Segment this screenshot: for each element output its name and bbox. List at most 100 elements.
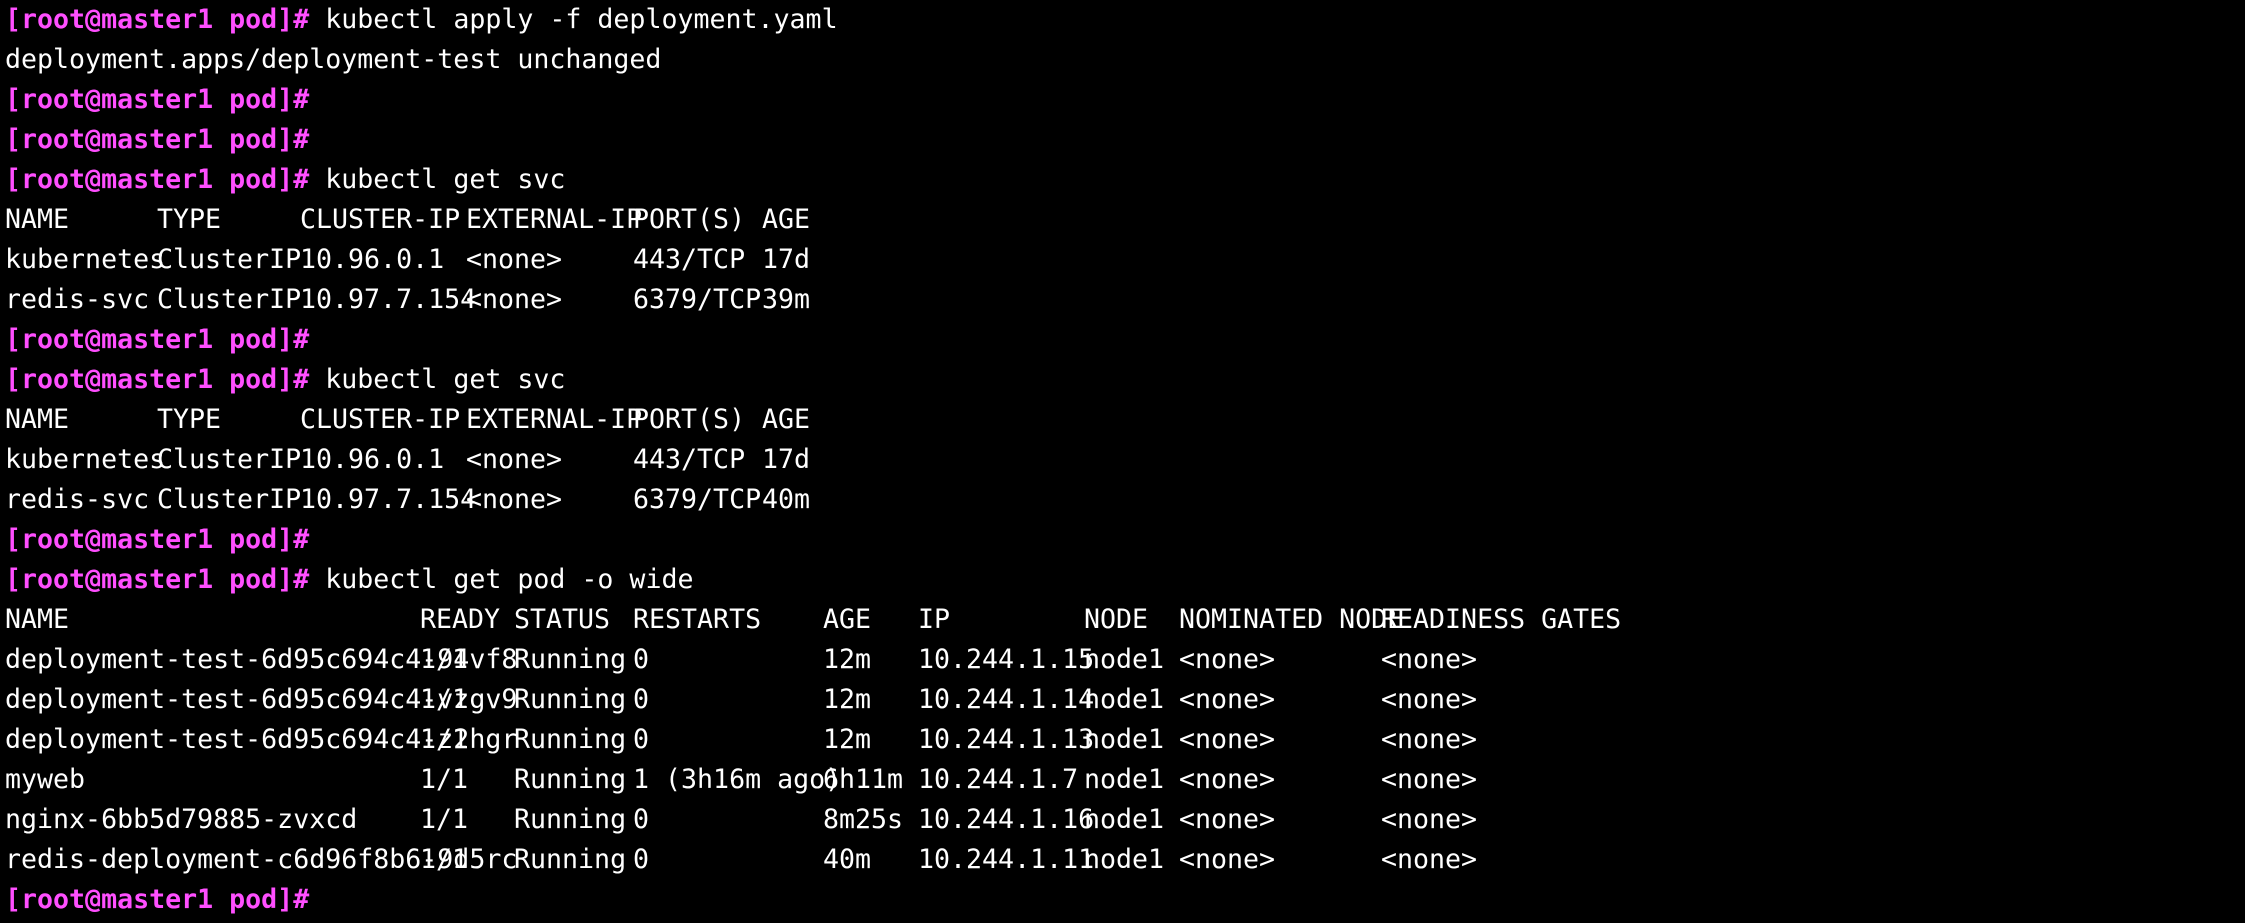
svc-cell-name: kubernetes bbox=[5, 444, 166, 475]
pod-cell-node: node1 bbox=[1084, 684, 1165, 715]
pod-cell-name: NAME bbox=[5, 604, 70, 635]
prompt-line: [root@master1 pod]# bbox=[5, 880, 2245, 920]
svc-cell-ports: 443/TCP bbox=[633, 244, 746, 275]
svc-cell-cluster-ip: 10.96.0.1 bbox=[300, 244, 445, 275]
pod-cell-age: 12m bbox=[823, 644, 872, 675]
svc-cell-external-ip: <none> bbox=[466, 444, 563, 475]
svc-cell-ports: 443/TCP bbox=[633, 444, 746, 475]
prompt-line: [root@master1 pod]# bbox=[5, 120, 2245, 160]
pod-cell-node: node1 bbox=[1084, 644, 1165, 675]
pod-cell-status: Running bbox=[514, 724, 627, 755]
pod-cell-age: 12m bbox=[823, 684, 872, 715]
svc-cell-type: ClusterIP bbox=[157, 444, 302, 475]
prompt-line: [root@master1 pod]# kubectl get svc bbox=[5, 360, 2245, 400]
pod-cell-readiness-gates: READINESS GATES bbox=[1381, 604, 1622, 635]
svc-cell-type: ClusterIP bbox=[157, 484, 302, 515]
svc-cell-name: NAME bbox=[5, 204, 70, 235]
pod-cell-age: 40m bbox=[823, 844, 872, 875]
svc-cell-cluster-ip: 10.97.7.154 bbox=[300, 484, 477, 515]
pod-cell-nominated-node: <none> bbox=[1179, 764, 1276, 795]
pod-cell-nominated-node: <none> bbox=[1179, 724, 1276, 755]
shell-prompt: [root@master1 pod]# bbox=[5, 524, 310, 555]
svc-cell-external-ip: <none> bbox=[466, 284, 563, 315]
shell-prompt: [root@master1 pod]# bbox=[5, 364, 310, 395]
prompt-line: [root@master1 pod]# bbox=[5, 520, 2245, 560]
prompt-line: [root@master1 pod]# kubectl apply -f dep… bbox=[5, 0, 2245, 40]
pod-cell-restarts: 0 bbox=[633, 684, 650, 715]
shell-prompt: [root@master1 pod]# bbox=[5, 4, 310, 35]
pod-cell-ip: 10.244.1.13 bbox=[918, 724, 1095, 755]
svc-cell-name: kubernetes bbox=[5, 244, 166, 275]
pod-table-header: NAME READY STATUS RESTARTS AGE IP NODE NOMINATE… bbox=[5, 600, 2245, 640]
prompt-line: [root@master1 pod]# kubectl get pod -o w… bbox=[5, 560, 2245, 600]
pod-cell-ip: 10.244.1.16 bbox=[918, 804, 1095, 835]
svc-cell-age: 17d bbox=[762, 244, 811, 275]
pod-cell-ip: 10.244.1.11 bbox=[918, 844, 1095, 875]
shell-prompt: [root@master1 pod]# bbox=[5, 164, 310, 195]
pod-cell-node: node1 bbox=[1084, 724, 1165, 755]
pod-cell-age: AGE bbox=[823, 604, 872, 635]
pod-table-row: deployment-test-6d95c694c4-vzgv9 1/1 Runni… bbox=[5, 680, 2245, 720]
svc-cell-age: AGE bbox=[762, 204, 811, 235]
svc-cell-external-ip: EXTERNAL-IP bbox=[466, 204, 643, 235]
shell-prompt: [root@master1 pod]# bbox=[5, 884, 310, 915]
command-text: kubectl apply -f deployment.yaml bbox=[309, 4, 838, 35]
pod-table-row: deployment-test-6d95c694c4-z2hgr 1/1 Runni… bbox=[5, 720, 2245, 760]
pod-cell-status: Running bbox=[514, 644, 627, 675]
prompt-line: [root@master1 pod]# bbox=[5, 80, 2245, 120]
pod-cell-restarts: 0 bbox=[633, 844, 650, 875]
svc-cell-ports: 6379/TCP bbox=[633, 284, 762, 315]
pod-cell-status: STATUS bbox=[514, 604, 611, 635]
pod-cell-node: node1 bbox=[1084, 804, 1165, 835]
pod-cell-nominated-node: <none> bbox=[1179, 644, 1276, 675]
svc-cell-name: redis-svc bbox=[5, 284, 150, 315]
svc-cell-age: 17d bbox=[762, 444, 811, 475]
pod-cell-node: node1 bbox=[1084, 844, 1165, 875]
pod-cell-name: myweb bbox=[5, 764, 86, 795]
shell-prompt: [root@master1 pod]# bbox=[5, 124, 310, 155]
svc-cell-cluster-ip: 10.96.0.1 bbox=[300, 444, 445, 475]
pod-cell-ready: 1/1 bbox=[420, 844, 469, 875]
terminal-window[interactable]: [root@master1 pod]# kubectl apply -f dep… bbox=[5, 0, 2245, 923]
pod-cell-age: 8m25s bbox=[823, 804, 904, 835]
pod-table-row: myweb 1/1 Running 1 (3h16m ago) 6h11m 10.244.… bbox=[5, 760, 2245, 800]
output-text: deployment.apps/deployment-test unchange… bbox=[5, 44, 662, 75]
shell-prompt: [root@master1 pod]# bbox=[5, 84, 310, 115]
pod-table-row: deployment-test-6d95c694c4-94vf8 1/1 Runni… bbox=[5, 640, 2245, 680]
pod-cell-readiness-gates: <none> bbox=[1381, 724, 1478, 755]
pod-cell-nominated-node: <none> bbox=[1179, 804, 1276, 835]
svc-cell-external-ip: EXTERNAL-IP bbox=[466, 404, 643, 435]
svc-table-header: NAME TYPE CLUSTER-IP EXTERNAL-IP PORT(S) AGE bbox=[5, 200, 2245, 240]
pod-cell-status: Running bbox=[514, 844, 627, 875]
pod-cell-restarts: 0 bbox=[633, 804, 650, 835]
pod-cell-node: NODE bbox=[1084, 604, 1149, 635]
svc-cell-external-ip: <none> bbox=[466, 484, 563, 515]
svc-cell-type: ClusterIP bbox=[157, 244, 302, 275]
pod-cell-ready: 1/1 bbox=[420, 684, 469, 715]
pod-cell-nominated-node: NOMINATED NODE bbox=[1179, 604, 1404, 635]
prompt-line: [root@master1 pod]# kubectl get svc bbox=[5, 160, 2245, 200]
shell-prompt: [root@master1 pod]# bbox=[5, 324, 310, 355]
svc-cell-type: TYPE bbox=[157, 404, 222, 435]
pod-cell-age: 12m bbox=[823, 724, 872, 755]
svc-table-row: kubernetes ClusterIP 10.96.0.1 <none> 443/TC… bbox=[5, 240, 2245, 280]
pod-cell-ip: 10.244.1.15 bbox=[918, 644, 1095, 675]
command-text: kubectl get svc bbox=[309, 364, 566, 395]
svc-table-row: redis-svc ClusterIP 10.97.7.154 <none> 6379/… bbox=[5, 280, 2245, 320]
svc-cell-age: 40m bbox=[762, 484, 811, 515]
pod-cell-ready: 1/1 bbox=[420, 644, 469, 675]
pod-cell-ready: READY bbox=[420, 604, 501, 635]
svc-cell-external-ip: <none> bbox=[466, 244, 563, 275]
pod-cell-readiness-gates: <none> bbox=[1381, 644, 1478, 675]
prompt-line: [root@master1 pod]# bbox=[5, 320, 2245, 360]
pod-cell-readiness-gates: <none> bbox=[1381, 684, 1478, 715]
pod-cell-status: Running bbox=[514, 804, 627, 835]
pod-cell-readiness-gates: <none> bbox=[1381, 844, 1478, 875]
pod-cell-ip: IP bbox=[918, 604, 951, 635]
pod-cell-ready: 1/1 bbox=[420, 764, 469, 795]
shell-prompt: [root@master1 pod]# bbox=[5, 564, 310, 595]
pod-cell-age: 6h11m bbox=[823, 764, 904, 795]
svc-cell-type: ClusterIP bbox=[157, 284, 302, 315]
svc-cell-name: redis-svc bbox=[5, 484, 150, 515]
pod-table-row: nginx-6bb5d79885-zvxcd 1/1 Running 0 8m25s 10… bbox=[5, 800, 2245, 840]
